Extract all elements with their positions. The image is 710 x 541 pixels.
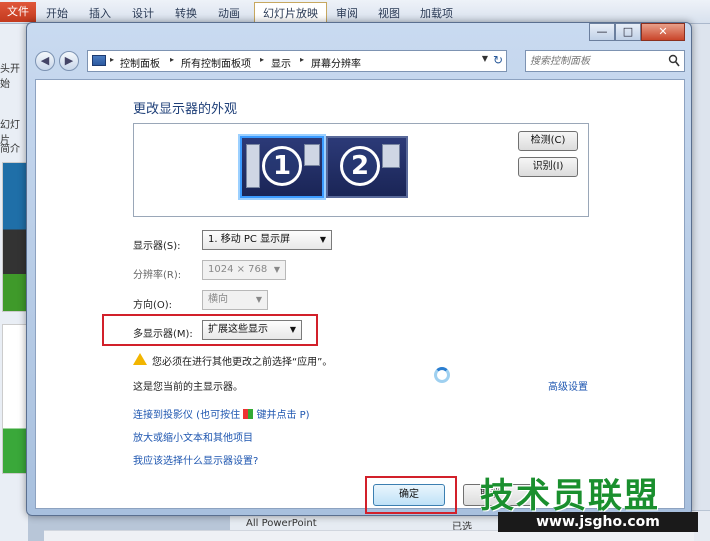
loading-spinner-icon bbox=[434, 367, 450, 383]
ppt-left-pane: 头开始 幻灯片 简介 bbox=[0, 24, 28, 541]
ok-button[interactable]: 确定 bbox=[373, 484, 445, 506]
forward-button[interactable]: ▶ bbox=[59, 51, 79, 71]
close-button[interactable]: ✕ bbox=[641, 23, 685, 41]
back-button[interactable]: ◀ bbox=[35, 51, 55, 71]
orientation-select-value: 横向 bbox=[208, 294, 228, 305]
ppt-tab-slideshow[interactable]: 幻灯片放映 bbox=[254, 2, 327, 24]
address-dropdown-icon[interactable]: ▼ bbox=[482, 54, 488, 63]
monitor-2-number: 2 bbox=[340, 146, 380, 186]
orientation-label: 方向(O): bbox=[133, 300, 173, 311]
display-label: 显示器(S): bbox=[133, 241, 181, 252]
ppt-intro-label: 简介 bbox=[0, 144, 20, 155]
ppt-tab-design[interactable]: 设计 bbox=[132, 5, 154, 21]
ppt-tab-insert[interactable]: 插入 bbox=[89, 5, 111, 21]
control-panel-icon bbox=[92, 55, 106, 66]
chevron-down-icon: ▼ bbox=[319, 235, 326, 244]
resolution-select-value: 1024 × 768 bbox=[208, 264, 268, 275]
monitor-window-shape bbox=[246, 144, 260, 188]
monitor-1-number: 1 bbox=[262, 146, 302, 186]
monitor-window-shape bbox=[304, 144, 320, 166]
ppt-tab-animations[interactable]: 动画 bbox=[218, 5, 240, 21]
ppt-file-tab[interactable]: 文件 bbox=[0, 2, 36, 22]
resolution-select[interactable]: 1024 × 768 ▼ bbox=[202, 260, 286, 280]
text-size-link[interactable]: 放大或缩小文本和其他项目 bbox=[133, 429, 253, 444]
watermark: 技术员联盟 www.jsgho.com bbox=[478, 468, 710, 541]
search-input[interactable] bbox=[530, 54, 660, 68]
chevron-down-icon: ▼ bbox=[289, 325, 296, 334]
watermark-logo-text: 技术员联盟 bbox=[480, 476, 660, 516]
ppt-tab-view[interactable]: 视图 bbox=[378, 5, 400, 21]
minimize-button[interactable]: — bbox=[589, 23, 615, 41]
chevron-right-icon: ▸ bbox=[300, 55, 305, 64]
ppt-tab-addins[interactable]: 加载项 bbox=[420, 5, 453, 21]
window-controls: — □ ✕ bbox=[589, 23, 685, 41]
search-box bbox=[525, 50, 685, 72]
which-display-link[interactable]: 我应该选择什么显示器设置? bbox=[133, 452, 258, 467]
ppt-all-powerpoint-text: All PowerPoint bbox=[246, 518, 317, 529]
monitor-1[interactable]: 1 bbox=[240, 136, 324, 198]
connect-projector-link[interactable]: 连接到投影仪 (也可按住 键并点击 P) bbox=[133, 406, 310, 421]
multiple-displays-label: 多显示器(M): bbox=[133, 329, 193, 340]
warning-icon bbox=[133, 353, 147, 365]
breadcrumb-display[interactable]: 显示 bbox=[271, 55, 291, 70]
address-bar[interactable]: ▸ 控制面板 ▸ 所有控制面板项 ▸ 显示 ▸ 屏幕分辨率 ▼ ↻ bbox=[87, 50, 507, 72]
multiple-displays-select-value: 扩展这些显示 bbox=[208, 324, 268, 335]
ppt-from-start-text: 头开始 bbox=[0, 64, 20, 90]
address-row: ◀ ▶ ▸ 控制面板 ▸ 所有控制面板项 ▸ 显示 ▸ 屏幕分辨率 ▼ ↻ bbox=[35, 49, 685, 73]
watermark-url: www.jsgho.com bbox=[498, 512, 698, 532]
chevron-down-icon: ▼ bbox=[273, 265, 280, 274]
slide-thumbnail[interactable] bbox=[2, 324, 28, 474]
breadcrumb-screen-resolution[interactable]: 屏幕分辨率 bbox=[311, 55, 361, 70]
display-select-value: 1. 移动 PC 显示屏 bbox=[208, 234, 291, 245]
breadcrumb-all-items[interactable]: 所有控制面板项 bbox=[181, 55, 251, 70]
connect-projector-link-suffix: 键并点击 P) bbox=[256, 410, 310, 421]
chevron-right-icon: ▸ bbox=[170, 55, 175, 64]
chevron-down-icon: ▼ bbox=[255, 295, 262, 304]
monitor-window-shape bbox=[382, 144, 400, 168]
multiple-displays-select[interactable]: 扩展这些显示 ▼ bbox=[202, 320, 302, 340]
search-icon[interactable] bbox=[668, 54, 680, 68]
main-content: 更改显示器的外观 1 2 检测(C) 识别(I) 显示器(S): 1. 移动 P… bbox=[35, 79, 694, 541]
primary-display-text: 这是您当前的主显示器。 bbox=[133, 382, 243, 393]
warning-text: 您必须在进行其他更改之前选择“应用”。 bbox=[152, 357, 333, 368]
breadcrumb-control-panel[interactable]: 控制面板 bbox=[120, 55, 160, 70]
ppt-tab-transitions[interactable]: 转换 bbox=[175, 5, 197, 21]
ppt-ribbon: 文件 开始 插入 设计 转换 动画 幻灯片放映 审阅 视图 加载项 bbox=[0, 0, 710, 24]
orientation-select[interactable]: 横向 ▼ bbox=[202, 290, 268, 310]
chevron-right-icon: ▸ bbox=[110, 55, 115, 64]
windows-logo-icon bbox=[243, 409, 254, 419]
slide-thumbnail[interactable] bbox=[2, 162, 28, 312]
identify-button[interactable]: 识别(I) bbox=[518, 157, 578, 177]
ppt-tab-home[interactable]: 开始 bbox=[46, 5, 68, 21]
monitor-preview: 1 2 检测(C) 识别(I) bbox=[133, 123, 589, 217]
page-title: 更改显示器的外观 bbox=[133, 102, 238, 117]
ppt-tab-review[interactable]: 审阅 bbox=[336, 5, 358, 21]
maximize-button[interactable]: □ bbox=[615, 23, 641, 41]
advanced-settings-link[interactable]: 高级设置 bbox=[548, 378, 588, 393]
connect-projector-link-text: 连接到投影仪 (也可按住 bbox=[133, 410, 241, 421]
chevron-right-icon: ▸ bbox=[260, 55, 265, 64]
display-select[interactable]: 1. 移动 PC 显示屏 ▼ bbox=[202, 230, 332, 250]
refresh-icon[interactable]: ↻ bbox=[493, 53, 503, 67]
screen-resolution-window: — □ ✕ ◀ ▶ ▸ 控制面板 ▸ 所有控制面板项 ▸ 显示 ▸ 屏幕分辨率 … bbox=[26, 22, 694, 541]
resolution-label: 分辨率(R): bbox=[133, 270, 182, 281]
monitor-2[interactable]: 2 bbox=[326, 136, 408, 198]
detect-button[interactable]: 检测(C) bbox=[518, 131, 578, 151]
